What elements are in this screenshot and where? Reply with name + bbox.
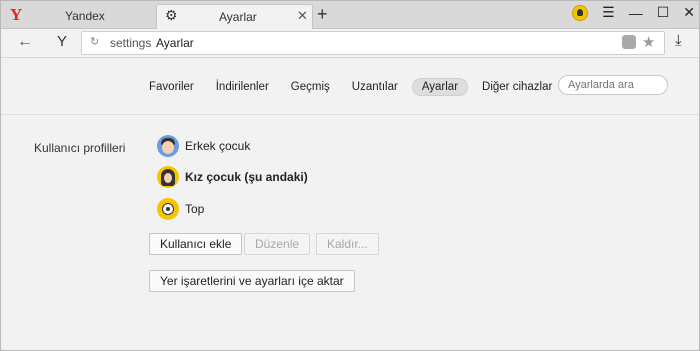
tab-title: Yandex xyxy=(65,9,105,23)
girl-avatar-icon xyxy=(157,166,179,188)
star-icon[interactable]: ★ xyxy=(642,33,655,51)
nav-downloads[interactable]: İndirilenler xyxy=(208,78,277,96)
navigation-bar: ← Y ↻ settings Ayarlar ★ ⤓ xyxy=(1,29,699,58)
protect-icon[interactable] xyxy=(622,35,636,49)
profile-name: Erkek çocuk xyxy=(185,139,251,153)
tab-yandex[interactable]: Yandex xyxy=(25,4,155,28)
url-prefix: settings xyxy=(110,36,152,50)
boy-avatar-icon xyxy=(157,135,179,157)
nav-extensions[interactable]: Uzantılar xyxy=(344,78,406,96)
settings-search-input[interactable] xyxy=(558,75,668,95)
tab-title: Ayarlar xyxy=(219,10,257,24)
yandex-logo-icon[interactable]: Y xyxy=(10,5,22,25)
new-tab-button[interactable]: + xyxy=(317,4,328,25)
address-bar[interactable]: ↻ settings Ayarlar ★ xyxy=(81,31,665,55)
profile-item[interactable]: Top xyxy=(157,198,204,220)
add-user-button[interactable]: Kullanıcı ekle xyxy=(149,233,243,255)
section-title: Kullanıcı profilleri xyxy=(34,141,126,155)
import-button[interactable]: Yer işaretlerini ve ayarları içe aktar xyxy=(149,270,355,292)
settings-page: Favoriler İndirilenler Geçmiş Uzantılar … xyxy=(1,58,699,350)
back-arrow-icon[interactable]: ← xyxy=(17,33,33,51)
profile-name: Kız çocuk (şu andaki) xyxy=(185,170,308,184)
minimize-icon[interactable]: — xyxy=(629,5,643,21)
close-tab-icon[interactable]: ✕ xyxy=(297,8,308,24)
gear-icon: ⚙ xyxy=(165,7,178,23)
menu-icon[interactable]: ☰ xyxy=(602,4,615,21)
nav-favorites[interactable]: Favoriler xyxy=(141,78,202,96)
tab-bar: Y Yandex ⚙ Ayarlar ✕ + ☰ — ☐ ✕ xyxy=(1,1,699,29)
ball-avatar-icon xyxy=(157,198,179,220)
browser-window: Y Yandex ⚙ Ayarlar ✕ + ☰ — ☐ ✕ ← Y ↻ set… xyxy=(0,0,700,351)
remove-button[interactable]: Kaldır... xyxy=(316,233,379,255)
nav-settings[interactable]: Ayarlar xyxy=(411,78,469,96)
profile-icon[interactable] xyxy=(572,4,589,21)
profile-item[interactable]: Erkek çocuk xyxy=(157,135,250,157)
profile-item-current[interactable]: Kız çocuk (şu andaki) xyxy=(157,166,308,188)
nav-other-devices[interactable]: Diğer cihazlar xyxy=(474,78,560,96)
window-controls: ☰ — ☐ ✕ xyxy=(572,4,695,21)
maximize-icon[interactable]: ☐ xyxy=(657,4,670,21)
url-page: Ayarlar xyxy=(156,36,194,50)
tab-settings[interactable]: ⚙ Ayarlar ✕ xyxy=(156,4,313,29)
yandex-y-icon[interactable]: Y xyxy=(57,33,67,50)
download-icon[interactable]: ⤓ xyxy=(675,32,682,49)
profile-name: Top xyxy=(185,202,205,216)
settings-nav: Favoriler İndirilenler Geçmiş Uzantılar … xyxy=(141,78,560,96)
reload-icon[interactable]: ↻ xyxy=(90,35,99,48)
close-window-icon[interactable]: ✕ xyxy=(683,4,695,21)
divider xyxy=(1,114,699,115)
edit-button[interactable]: Düzenle xyxy=(244,233,311,255)
nav-history[interactable]: Geçmiş xyxy=(283,78,338,96)
